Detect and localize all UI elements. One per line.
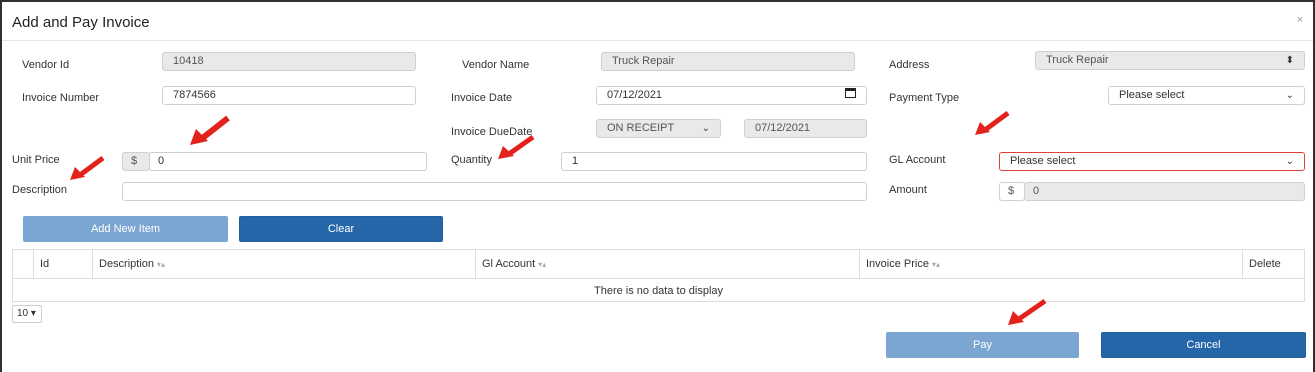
column-header-gl-account[interactable]: Gl Account ▾▴ (476, 250, 860, 278)
column-header-label: Description (99, 258, 155, 270)
unit-price-currency: $ (122, 152, 150, 171)
chevron-down-icon: ⌄ (1285, 156, 1294, 167)
quantity-label: Quantity (451, 154, 492, 166)
column-header-delete: Delete (1243, 250, 1304, 278)
calendar-icon[interactable] (845, 87, 856, 104)
amount-label: Amount (889, 184, 927, 196)
clear-button[interactable]: Clear (239, 216, 443, 242)
payment-type-label: Payment Type (889, 92, 960, 104)
spinner-icon: ⬍ (1285, 55, 1294, 66)
empty-message: There is no data to display (13, 278, 1304, 303)
unit-price-input[interactable]: 0 (149, 152, 427, 171)
annotation-arrow-icon (498, 134, 535, 159)
vendor-name-field: Truck Repair (601, 52, 855, 71)
address-value: Truck Repair (1046, 54, 1109, 66)
amount-field: 0 (1024, 182, 1305, 201)
address-field: Truck Repair ⬍ (1035, 51, 1305, 70)
column-header-description[interactable]: Description ▾▴ (93, 250, 476, 278)
cancel-button[interactable]: Cancel (1101, 332, 1306, 358)
caret-down-icon: ▾ (30, 308, 36, 319)
due-date-field: 07/12/2021 (744, 119, 867, 138)
column-header-label: Gl Account (482, 258, 536, 270)
description-label: Description (12, 184, 68, 196)
quantity-input[interactable]: 1 (561, 152, 867, 171)
close-icon[interactable]: × (1297, 14, 1303, 26)
chevron-down-icon: ⌄ (1285, 90, 1294, 101)
gl-account-label: GL Account (889, 154, 946, 166)
annotation-arrow-icon (70, 155, 105, 180)
vendor-id-label: Vendor Id (22, 59, 70, 71)
gl-account-select[interactable]: Please select ⌄ (999, 152, 1305, 171)
column-header-id[interactable]: Id (34, 250, 93, 278)
invoice-number-label: Invoice Number (22, 92, 100, 104)
column-header-label: Delete (1249, 258, 1281, 270)
amount-currency: $ (999, 182, 1025, 201)
invoice-number-input[interactable]: 7874566 (162, 86, 416, 105)
invoice-date-label: Invoice Date (451, 92, 513, 104)
annotation-arrow-icon (975, 110, 1010, 135)
annotation-arrow-icon (190, 115, 230, 145)
payment-type-value: Please select (1119, 89, 1185, 101)
sort-icon[interactable]: ▾▴ (538, 260, 546, 269)
page-size-select[interactable]: 10 ▾ (12, 305, 42, 323)
header-divider (2, 40, 1313, 41)
dialog-title: Add and Pay Invoice (12, 14, 150, 31)
sort-icon[interactable]: ▾▴ (157, 260, 165, 269)
vendor-id-field: 10418 (162, 52, 416, 71)
vendor-name-label: Vendor Name (462, 59, 530, 71)
column-header-label: Invoice Price (866, 258, 929, 270)
chevron-down-icon: ⌄ (701, 123, 710, 134)
due-term-value: ON RECEIPT (607, 122, 675, 134)
invoice-date-input[interactable]: 07/12/2021 (596, 86, 867, 105)
description-input[interactable] (122, 182, 867, 201)
sort-icon[interactable]: ▾▴ (932, 260, 940, 269)
items-grid: Id Description ▾▴ Gl Account ▾▴ Invoice Pr… (12, 249, 1305, 302)
address-label: Address (889, 59, 930, 71)
grid-select-column (13, 250, 34, 278)
invoice-date-value: 07/12/2021 (607, 89, 663, 101)
page-size-value: 10 (17, 308, 29, 319)
gl-account-value: Please select (1010, 155, 1076, 167)
unit-price-label: Unit Price (12, 154, 60, 166)
payment-type-select[interactable]: Please select ⌄ (1108, 86, 1305, 105)
column-header-invoice-price[interactable]: Invoice Price ▾▴ (860, 250, 1243, 278)
column-header-label: Id (40, 258, 50, 270)
pay-button[interactable]: Pay (886, 332, 1079, 358)
annotation-arrow-icon (1008, 298, 1047, 325)
due-term-select[interactable]: ON RECEIPT ⌄ (596, 119, 721, 138)
add-new-item-button[interactable]: Add New Item (23, 216, 228, 242)
